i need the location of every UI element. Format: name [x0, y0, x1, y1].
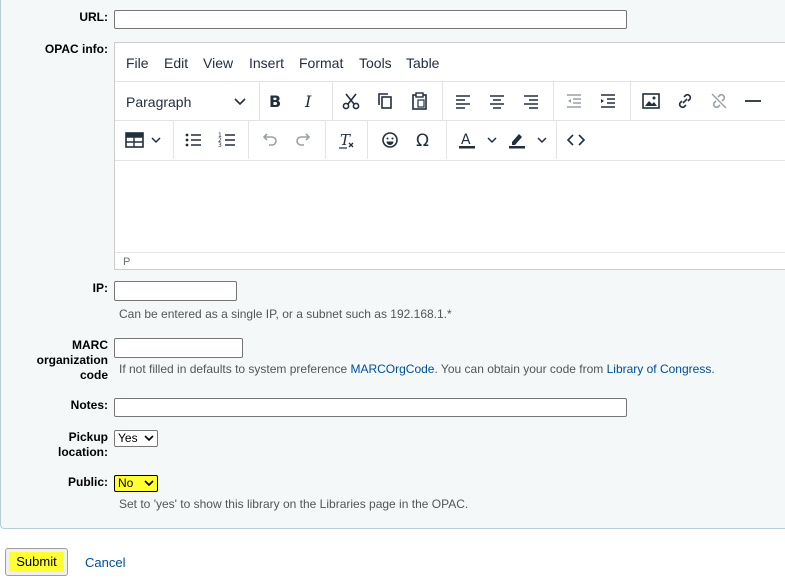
public-value: No — [118, 476, 134, 490]
highlight-color-icon[interactable] — [506, 129, 528, 151]
indent-icon[interactable] — [597, 90, 619, 112]
clear-formatting-icon[interactable]: T — [336, 129, 358, 151]
menu-format[interactable]: Format — [299, 55, 343, 71]
special-character-icon[interactable]: Ω — [413, 129, 435, 151]
public-label: Public: — [67, 475, 108, 489]
menu-view[interactable]: View — [203, 55, 233, 71]
editor-content-area[interactable] — [115, 160, 785, 253]
toolbar-divider — [332, 82, 333, 120]
marc-hint-mid: . You can obtain your code from — [434, 362, 607, 376]
pickup-location-select[interactable]: Yes — [114, 430, 158, 447]
pickup-label-line2: location: — [58, 445, 108, 459]
chevron-down-icon[interactable] — [145, 129, 167, 151]
svg-text:I: I — [304, 92, 312, 111]
italic-icon[interactable]: I — [298, 90, 320, 112]
pickup-label-line1: Pickup — [68, 430, 108, 444]
link-icon[interactable] — [674, 90, 696, 112]
svg-text:Ω: Ω — [416, 131, 429, 151]
pickup-location-label: Pickup location: — [58, 430, 108, 460]
ip-label: IP: — [92, 281, 108, 295]
redo-icon[interactable] — [293, 129, 315, 151]
outdent-icon[interactable] — [563, 90, 585, 112]
opac-info-label: OPAC info: — [44, 42, 108, 56]
undo-icon[interactable] — [258, 129, 280, 151]
align-center-icon[interactable] — [486, 90, 508, 112]
editor-toolbar-row-2: 123 T Ω A — [115, 120, 785, 159]
menu-table[interactable]: Table — [406, 55, 439, 71]
url-label: URL: — [79, 10, 108, 24]
marc-label-line2: organization — [36, 353, 108, 367]
marc-org-code-input[interactable] — [114, 338, 243, 358]
paste-icon[interactable] — [409, 90, 431, 112]
marc-hint: If not filled in defaults to system pref… — [119, 362, 715, 377]
svg-text:3: 3 — [218, 142, 222, 149]
svg-text:B: B — [269, 92, 281, 111]
marc-hint-prefix: If not filled in defaults to system pref… — [119, 362, 351, 376]
menu-file[interactable]: File — [126, 55, 149, 71]
editor-menubar: File Edit View Insert Format Tools Table — [115, 43, 785, 81]
marc-org-code-label: MARC organization code — [37, 338, 108, 383]
marc-label-line3: code — [79, 368, 108, 382]
marc-label-line1: MARC — [72, 338, 108, 352]
toolbar-divider — [556, 121, 557, 159]
chevron-down-icon[interactable] — [481, 129, 503, 151]
chevron-down-icon — [144, 431, 154, 446]
block-format-value: Paragraph — [126, 94, 192, 110]
source-code-icon[interactable] — [565, 129, 587, 151]
table-icon[interactable] — [124, 129, 146, 151]
bullet-list-icon[interactable] — [182, 129, 204, 151]
emoticons-icon[interactable] — [379, 129, 401, 151]
unlink-icon[interactable] — [708, 90, 730, 112]
ip-input[interactable] — [114, 281, 237, 301]
editor-statusbar: P — [115, 252, 785, 271]
menu-insert[interactable]: Insert — [249, 55, 284, 71]
toolbar-divider — [442, 82, 443, 120]
toolbar-divider — [446, 121, 447, 159]
bold-icon[interactable]: B — [264, 90, 286, 112]
library-form-panel: URL: OPAC info: File Edit View Insert Fo… — [0, 0, 785, 529]
toolbar-divider — [367, 121, 368, 159]
submit-button[interactable]: Submit — [5, 548, 68, 576]
numbered-list-icon[interactable]: 123 — [216, 129, 238, 151]
copy-icon[interactable] — [374, 90, 396, 112]
cancel-link[interactable]: Cancel — [85, 555, 125, 570]
toolbar-divider — [553, 82, 554, 120]
public-select[interactable]: No — [114, 475, 158, 492]
library-of-congress-link[interactable]: Library of Congress — [607, 362, 712, 376]
menu-edit[interactable]: Edit — [164, 55, 188, 71]
image-icon[interactable] — [640, 90, 662, 112]
editor-toolbar-row-1: Paragraph B I — [115, 81, 785, 120]
marcorgcode-link[interactable]: MARCOrgCode — [350, 362, 434, 376]
align-right-icon[interactable] — [520, 90, 542, 112]
public-hint: Set to 'yes' to show this library on the… — [119, 497, 469, 511]
block-format-select[interactable]: Paragraph — [126, 94, 191, 110]
ip-hint: Can be entered as a single IP, or a subn… — [119, 307, 452, 321]
chevron-down-icon[interactable] — [229, 90, 251, 112]
text-color-icon[interactable]: A — [456, 129, 478, 151]
notes-label: Notes: — [70, 398, 108, 412]
align-left-icon[interactable] — [452, 90, 474, 112]
svg-text:A: A — [461, 132, 471, 148]
marc-hint-suffix: . — [711, 362, 715, 376]
notes-input[interactable] — [114, 398, 627, 417]
url-input[interactable] — [114, 10, 627, 29]
chevron-down-icon[interactable] — [531, 129, 553, 151]
toolbar-divider — [325, 121, 326, 159]
toolbar-divider — [630, 82, 631, 120]
toolbar-divider — [248, 121, 249, 159]
opac-info-editor: File Edit View Insert Format Tools Table… — [114, 42, 785, 270]
pickup-location-value: Yes — [118, 431, 138, 445]
menu-tools[interactable]: Tools — [359, 55, 392, 71]
submit-label: Submit — [9, 552, 64, 572]
horizontal-rule-icon[interactable] — [742, 90, 764, 112]
chevron-down-icon — [144, 476, 154, 491]
toolbar-divider — [259, 82, 260, 120]
element-path[interactable]: P — [123, 256, 130, 268]
toolbar-divider — [173, 121, 174, 159]
cut-icon[interactable] — [340, 90, 362, 112]
